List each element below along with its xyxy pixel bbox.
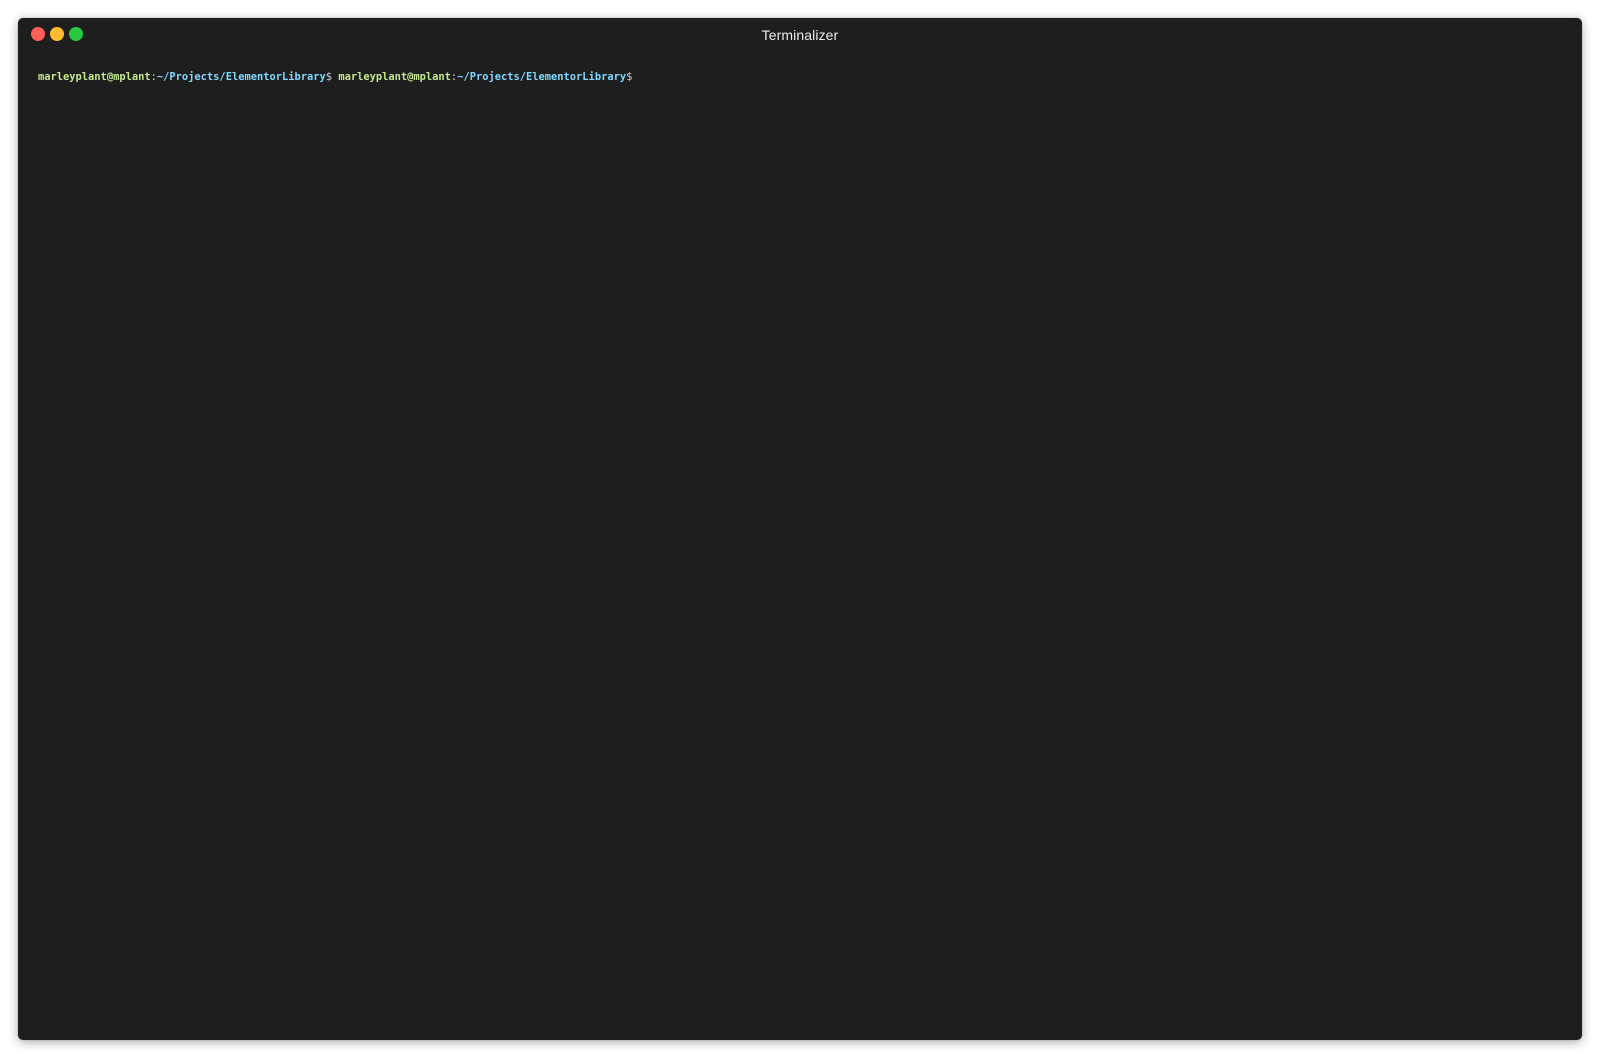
title-bar[interactable]: Terminalizer	[18, 18, 1582, 52]
terminal-output[interactable]: marleyplant@mplant:~/Projects/ElementorL…	[38, 70, 1562, 1020]
prompt-path: ~/Projects/ElementorLibrary	[156, 71, 326, 83]
minimize-button[interactable]	[50, 27, 64, 41]
prompt-user-host: marleyplant@mplant	[38, 71, 151, 83]
prompt-path: ~/Projects/ElementorLibrary	[457, 71, 627, 83]
window-title: Terminalizer	[761, 27, 839, 43]
terminal-window: Terminalizer marleyplant@mplant:~/Projec…	[18, 18, 1582, 1040]
prompt-symbol: $	[325, 71, 333, 83]
window-controls	[31, 27, 83, 41]
prompt-user-host: marleyplant@mplant	[338, 71, 451, 83]
prompt-symbol: $	[626, 71, 633, 83]
maximize-button[interactable]	[69, 27, 83, 41]
prompt-2: marleyplant@mplant:~/Projects/ElementorL…	[338, 71, 632, 83]
prompt-1: marleyplant@mplant:~/Projects/ElementorL…	[38, 71, 332, 83]
close-button[interactable]	[31, 27, 45, 41]
